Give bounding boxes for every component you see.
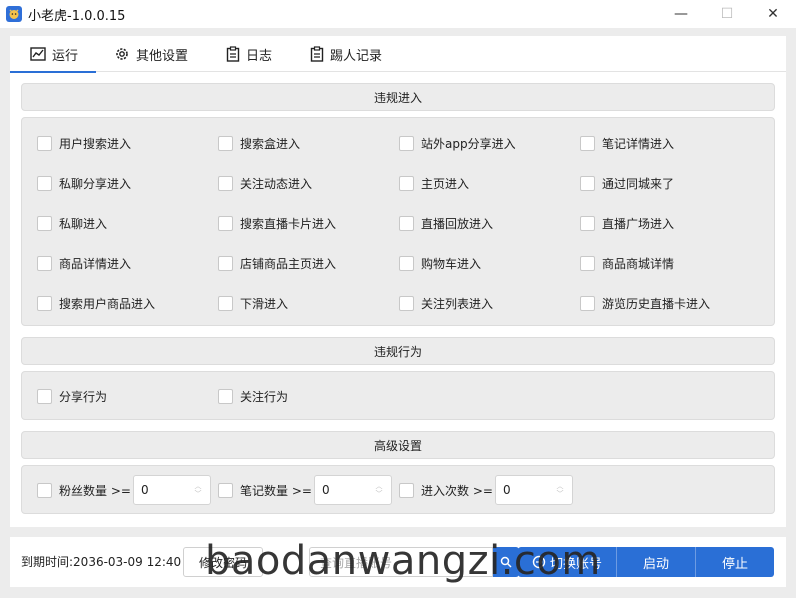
stepper-arrows-icon[interactable]: ︿ ﹀ [371, 482, 387, 498]
checkbox-share-behavior[interactable]: 分享行为 [37, 386, 107, 406]
checkbox-entry[interactable]: 私聊分享进入 [37, 173, 131, 193]
section-body-entry: 用户搜索进入 搜索盒进入 站外app分享进入 笔记详情进入 私聊分享进入 关注动… [21, 117, 775, 326]
section-body-behavior: 分享行为 关注行为 [21, 371, 775, 420]
checkbox-entry[interactable]: 搜索用户商品进入 [37, 293, 155, 313]
checkbox-entry[interactable]: 通过同城来了 [580, 173, 674, 193]
checkbox-entry[interactable]: 搜索盒进入 [218, 133, 300, 153]
section-header-advanced: 高级设置 [21, 431, 775, 459]
checkbox-entry[interactable]: 游览历史直播卡进入 [580, 293, 710, 313]
tab-other-settings[interactable]: 其他设置 [96, 36, 200, 72]
checkbox-entry[interactable]: 直播广场进入 [580, 213, 674, 233]
stepper-arrows-icon[interactable]: ︿ ﹀ [190, 482, 206, 498]
clipboard-icon [226, 46, 240, 62]
checkbox-entry[interactable]: 商品详情进入 [37, 253, 131, 273]
close-button[interactable]: ✕ [750, 0, 796, 28]
title-bar: 小老虎-1.0.0.15 — ☐ ✕ [0, 0, 796, 28]
window-title: 小老虎-1.0.0.15 [28, 8, 126, 24]
checkbox-fans-count[interactable]: 粉丝数量 >= [37, 475, 131, 505]
checkbox-entry[interactable]: 私聊进入 [37, 213, 107, 233]
entry-count-stepper[interactable]: 0 ︿ ﹀ [495, 475, 573, 505]
checkbox-entry[interactable]: 直播回放进入 [399, 213, 493, 233]
checkbox-entry[interactable]: 用户搜索进入 [37, 133, 131, 153]
tab-kick-records[interactable]: 踢人记录 [284, 36, 394, 72]
checkbox-entry[interactable]: 站外app分享进入 [399, 133, 516, 153]
start-button[interactable]: 启动 [617, 547, 695, 577]
tab-label: 其他设置 [136, 48, 189, 64]
tab-label: 日志 [246, 48, 273, 64]
checkbox-entry[interactable]: 店铺商品主页进入 [218, 253, 336, 273]
checkbox-entry[interactable]: 主页进入 [399, 173, 469, 193]
checkbox-entry[interactable]: 关注动态进入 [218, 173, 312, 193]
section-body-advanced: 粉丝数量 >= 0 ︿ ﹀ 笔记数量 >= 0 ︿ ﹀ 进入次数 >= 0 ︿ ﹀ [21, 465, 775, 514]
checkbox-entry[interactable]: 关注列表进入 [399, 293, 493, 313]
stop-button[interactable]: 停止 [696, 547, 774, 577]
tab-label: 运行 [52, 48, 79, 64]
checkbox-follow-behavior[interactable]: 关注行为 [218, 386, 288, 406]
tiger-logo-icon [6, 6, 22, 22]
tab-label: 踢人记录 [330, 48, 383, 64]
checkbox-entry[interactable]: 笔记详情进入 [580, 133, 674, 153]
expire-time: 到期时间:2036-03-09 12:40 [21, 555, 182, 569]
minimize-button[interactable]: — [658, 0, 704, 28]
tab-log[interactable]: 日志 [200, 36, 284, 72]
tab-run[interactable]: 运行 [10, 36, 96, 73]
main-panel: 运行 其他设置 日志 踢人记录 违规进入 用户搜索进入 搜索盒进入 站外app分… [10, 36, 786, 527]
checkbox-entry[interactable]: 购物车进入 [399, 253, 481, 273]
checkbox-entry[interactable]: 下滑进入 [218, 293, 288, 313]
checkbox-entry[interactable]: 商品商城详情 [580, 253, 674, 273]
checkbox-entry-count[interactable]: 进入次数 >= [399, 475, 493, 505]
checkbox-notes-count[interactable]: 笔记数量 >= [218, 475, 312, 505]
stepper-arrows-icon[interactable]: ︿ ﹀ [552, 482, 568, 498]
chart-icon [30, 47, 46, 61]
section-header-entry: 违规进入 [21, 83, 775, 111]
section-header-behavior: 违规行为 [21, 337, 775, 365]
maximize-button[interactable]: ☐ [704, 0, 750, 28]
notes-count-stepper[interactable]: 0 ︿ ﹀ [314, 475, 392, 505]
checkbox-entry[interactable]: 搜索直播卡片进入 [218, 213, 336, 233]
tab-bar: 运行 其他设置 日志 踢人记录 [10, 36, 786, 73]
watermark-text: baodanwangzi.com [205, 538, 601, 584]
clipboard-icon [310, 46, 324, 62]
fans-count-stepper[interactable]: 0 ︿ ﹀ [133, 475, 211, 505]
gear-icon [116, 48, 128, 60]
